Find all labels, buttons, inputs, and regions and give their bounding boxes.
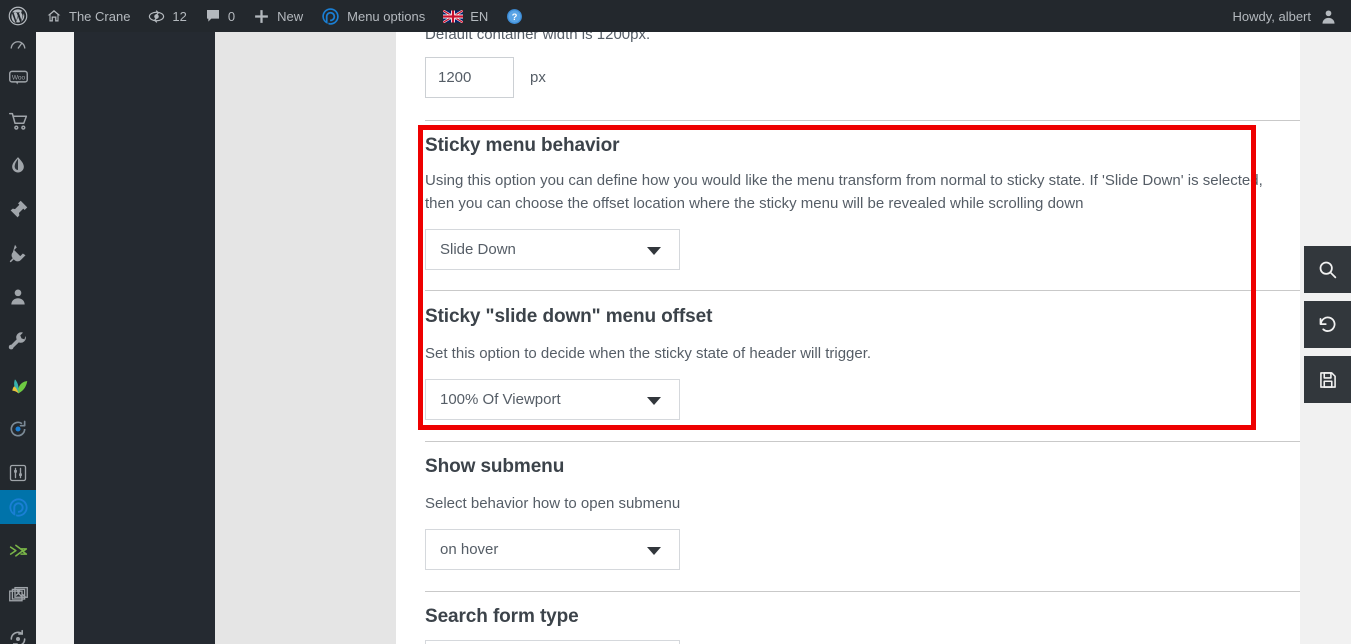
- sticky-offset-title: Sticky "slide down" menu offset: [425, 306, 713, 327]
- sticky-offset-select[interactable]: 100% Of Viewport: [425, 379, 680, 420]
- comment-bubble-icon: [205, 8, 221, 24]
- language-switcher[interactable]: EN: [434, 0, 497, 32]
- sidebar-item-products[interactable]: [0, 104, 36, 138]
- sidebar-item-plugins[interactable]: [0, 236, 36, 270]
- drop-icon: [12, 157, 24, 173]
- container-width-unit: px: [530, 69, 546, 86]
- help-question-icon: ?: [506, 8, 523, 25]
- sidebar-item-theme-tools[interactable]: [0, 534, 36, 568]
- sticky-menu-behavior-select[interactable]: Slide Down: [425, 229, 680, 270]
- floating-action-toolbar: [1304, 246, 1351, 411]
- wrench-icon: [8, 332, 26, 350]
- chevron-down-icon: [647, 246, 661, 255]
- new-content-label: New: [277, 8, 304, 24]
- divider-3: [425, 441, 1300, 442]
- sticky-offset-description: Set this option to decide when the stick…: [425, 345, 872, 362]
- undo-icon: [1319, 316, 1336, 332]
- sidebar-item-updraft[interactable]: [0, 412, 36, 446]
- reset-button[interactable]: [1304, 301, 1351, 348]
- sliders-icon: [9, 464, 27, 482]
- search-form-type-title: Search form type: [425, 606, 579, 627]
- menu-options-label: Menu options: [347, 8, 426, 24]
- my-account-menu[interactable]: Howdy, albert: [1232, 8, 1351, 25]
- sidebar-item-seo[interactable]: [0, 368, 36, 402]
- container-width-description: Default container width is 1200px.: [425, 32, 651, 43]
- user-avatar-icon: [1320, 8, 1337, 25]
- wordpress-logo-icon: [8, 6, 28, 26]
- wp-admin-bar: The Crane 12 0 New Menu options EN ? How…: [0, 0, 1351, 32]
- woo-icon: Woo: [8, 70, 28, 84]
- images-icon: [8, 586, 28, 601]
- refresh-circle-icon: [10, 420, 26, 437]
- plug-icon: [9, 244, 25, 262]
- divider-1: [425, 120, 1300, 121]
- spiral-icon: [8, 497, 28, 517]
- search-button[interactable]: [1304, 246, 1351, 293]
- divider-4: [425, 591, 1300, 592]
- menu-options-button[interactable]: Menu options: [312, 0, 434, 32]
- user-icon: [11, 289, 25, 305]
- site-name-menu[interactable]: The Crane: [37, 0, 139, 32]
- divider-2: [425, 290, 1300, 291]
- sticky-menu-behavior-value: Slide Down: [440, 241, 516, 258]
- updates-button[interactable]: 12: [139, 0, 195, 32]
- sidebar-item-menu-options[interactable]: [0, 490, 36, 524]
- help-button[interactable]: ?: [497, 0, 532, 32]
- language-label: EN: [470, 8, 489, 24]
- green-bird-icon: [9, 544, 27, 557]
- sidebar-item-settings[interactable]: [0, 456, 36, 490]
- updates-icon: [148, 8, 165, 25]
- options-nav-panel: [215, 32, 396, 644]
- sidebar-item-elementor[interactable]: [0, 148, 36, 182]
- uk-flag-icon: [443, 9, 464, 23]
- sidebar-item-gallery[interactable]: [0, 578, 36, 612]
- sidebar-item-users[interactable]: [0, 280, 36, 314]
- save-button[interactable]: [1304, 356, 1351, 403]
- show-submenu-title: Show submenu: [425, 456, 565, 477]
- options-content-panel: Default container width is 1200px. px St…: [396, 32, 1300, 644]
- search-form-type-select[interactable]: [425, 640, 680, 644]
- container-width-input[interactable]: [425, 57, 514, 98]
- show-submenu-value: on hover: [440, 541, 499, 558]
- sidebar-item-appearance[interactable]: [0, 192, 36, 226]
- comments-button[interactable]: 0: [196, 0, 244, 32]
- chevron-down-icon: [647, 546, 661, 555]
- sticky-offset-value: 100% Of Viewport: [440, 391, 561, 408]
- admin-sidebar-menu[interactable]: Woo: [0, 32, 36, 644]
- svg-text:?: ?: [512, 12, 518, 22]
- spiral-icon: [321, 7, 340, 26]
- sidebar-gutter: [36, 32, 74, 644]
- wordpress-logo-button[interactable]: [0, 0, 37, 32]
- sidebar-item-woocommerce[interactable]: Woo: [0, 60, 36, 94]
- sticky-menu-behavior-title: Sticky menu behavior: [425, 135, 620, 156]
- leaf-icon: [11, 378, 27, 393]
- save-floppy-icon: [1319, 371, 1336, 388]
- plus-icon: [253, 8, 270, 25]
- show-submenu-select[interactable]: on hover: [425, 529, 680, 570]
- new-content-button[interactable]: New: [244, 0, 312, 32]
- home-icon: [46, 8, 62, 24]
- dashboard-icon: [10, 41, 26, 49]
- svg-text:Woo: Woo: [11, 74, 25, 81]
- search-icon: [1319, 261, 1337, 279]
- sync-icon: [10, 629, 26, 644]
- pushpin-icon: [10, 200, 27, 217]
- comments-count: 0: [227, 8, 236, 24]
- site-name-label: The Crane: [69, 8, 131, 24]
- sidebar-item-tools[interactable]: [0, 324, 36, 358]
- cart-icon: [8, 112, 27, 130]
- sidebar-item-sync[interactable]: [0, 622, 36, 644]
- show-submenu-description: Select behavior how to open submenu: [425, 495, 681, 512]
- sidebar-item-dashboard[interactable]: [0, 32, 36, 50]
- updates-count: 12: [172, 8, 187, 24]
- chevron-down-icon: [647, 396, 661, 405]
- collapsed-submenu-panel: [74, 32, 215, 644]
- greeting-label: Howdy, albert: [1232, 8, 1311, 24]
- sticky-menu-behavior-description: Using this option you can define how you…: [425, 172, 1263, 212]
